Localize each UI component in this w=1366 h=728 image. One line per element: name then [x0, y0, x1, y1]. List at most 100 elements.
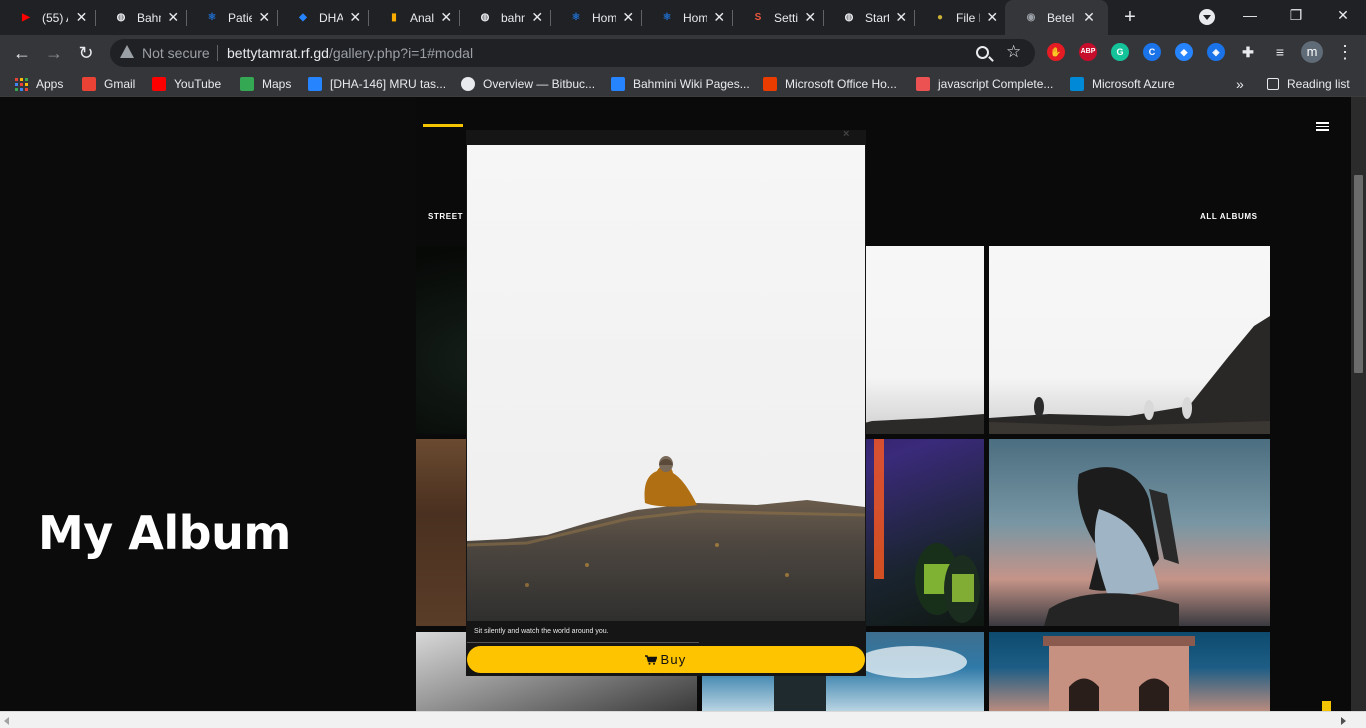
gallery-photo[interactable]	[989, 246, 1270, 434]
apps-grid-icon	[15, 77, 28, 91]
browser-tab[interactable]: ⚛ Patie ✕	[186, 0, 277, 35]
gallery-photo[interactable]	[989, 439, 1270, 626]
album-title: My Album	[38, 506, 291, 560]
photo-caption: Sit silently and watch the world around …	[474, 628, 609, 635]
url-host: bettytamrat.rf.gd	[227, 45, 329, 61]
url-text[interactable]: bettytamrat.rf.gd/gallery.php?i=1#modal	[227, 45, 473, 61]
buy-button[interactable]: Buy	[467, 646, 865, 673]
bookmark-udemy[interactable]: javascript Complete...	[916, 75, 1053, 93]
back-button[interactable]: ←	[10, 41, 34, 65]
browser-menu-icon[interactable]: ⋮	[1336, 41, 1354, 63]
new-tab-button[interactable]: +	[1119, 6, 1141, 28]
scroll-left-arrow-icon[interactable]	[4, 717, 9, 725]
bookmark-azure[interactable]: Microsoft Azure	[1070, 75, 1175, 93]
tab-title: Hom	[683, 10, 707, 25]
vertical-scroll-thumb[interactable]	[1354, 175, 1363, 373]
bookmark-label: Bahmini Wiki Pages...	[633, 77, 750, 91]
jira-icon: ◆	[299, 12, 307, 23]
category-label[interactable]: STREET	[428, 212, 463, 221]
c-extension-icon[interactable]: C	[1143, 43, 1161, 61]
browser-tab[interactable]: ◍ Start ✕	[823, 0, 914, 35]
browser-tab[interactable]: S Settir ✕	[732, 0, 823, 35]
bookmark-label: Apps	[36, 77, 64, 91]
abp-icon[interactable]: ABP	[1079, 43, 1097, 61]
maps-icon	[240, 77, 254, 91]
tab-title: Betel	[1047, 10, 1075, 25]
tab-close-icon[interactable]: ✕	[440, 9, 453, 26]
photo-art	[1043, 636, 1195, 711]
globe-icon: ◍	[844, 12, 854, 23]
browser-tab[interactable]: ◉ Betel ✕	[1005, 0, 1108, 35]
bookmark-office[interactable]: Microsoft Office Ho...	[763, 75, 897, 93]
forward-button[interactable]: →	[42, 41, 66, 65]
minimize-button[interactable]: —	[1227, 0, 1273, 32]
tab-close-icon[interactable]: ✕	[531, 9, 544, 26]
jira-icon	[308, 77, 322, 91]
tab-title: bahm	[501, 10, 525, 25]
browser-tab[interactable]: ⚛ Hom ✕	[550, 0, 641, 35]
tab-close-icon[interactable]: ✕	[804, 9, 817, 26]
browser-tab[interactable]: ◍ bahm ✕	[459, 0, 550, 35]
window-close-button[interactable]: ✕	[1320, 0, 1366, 32]
tab-search-icon[interactable]	[1199, 9, 1215, 25]
browser-tab[interactable]: ⚛ Hom ✕	[641, 0, 732, 35]
hamburger-menu-icon[interactable]	[1316, 122, 1329, 131]
bookmark-globe[interactable]: Overview — Bitbuc...	[461, 75, 595, 93]
youtube-icon: ▶	[22, 12, 30, 23]
tab-close-icon[interactable]: ✕	[349, 9, 362, 26]
restore-button[interactable]: ❐	[1273, 0, 1319, 32]
bookmark-youtube[interactable]: YouTube	[152, 75, 221, 93]
bookmark-apps-grid[interactable]: Apps	[15, 75, 63, 93]
tab-close-icon[interactable]: ✕	[713, 9, 726, 26]
security-status[interactable]: Not secure	[142, 45, 210, 61]
tag-ext-icon[interactable]: ◈	[1207, 43, 1225, 61]
zoom-icon[interactable]	[976, 46, 989, 59]
reload-button[interactable]: ↻	[74, 41, 98, 65]
tab-close-icon[interactable]: ✕	[622, 9, 635, 26]
horizontal-scrollbar[interactable]	[0, 711, 1366, 728]
more-bookmarks-chevron-icon[interactable]: »	[1236, 75, 1244, 93]
tab-close-icon[interactable]: ✕	[258, 9, 271, 26]
bookmark-label: Microsoft Azure	[1092, 77, 1175, 91]
buy-button-label: Buy	[660, 652, 687, 667]
modal-photo-art	[467, 456, 865, 621]
tab-close-icon[interactable]: ✕	[74, 9, 89, 26]
scroll-right-arrow-icon[interactable]	[1341, 717, 1346, 725]
bookmark-star-icon[interactable]: ☆	[1006, 42, 1021, 62]
puzzle-icon[interactable]: ✚	[1239, 43, 1257, 61]
tab-title: Start	[865, 10, 889, 25]
browser-tab[interactable]: ◍ Bahm ✕	[95, 0, 186, 35]
all-albums-link[interactable]: ALL ALBUMS	[1200, 212, 1258, 221]
modal-close-icon[interactable]: ×	[843, 128, 849, 140]
page-viewport: My Album STREET ALL ALBUMS × Sit silentl…	[0, 97, 1351, 711]
address-bar[interactable]: Not secure bettytamrat.rf.gd/gallery.php…	[110, 39, 1035, 67]
accent-bar	[423, 124, 463, 127]
jira-ext-icon[interactable]: ◆	[1175, 43, 1193, 61]
react-icon: ⚛	[662, 12, 672, 23]
profile-avatar[interactable]: m	[1301, 41, 1323, 63]
tab-title: File M	[956, 10, 980, 25]
grammarly-icon[interactable]: G	[1111, 43, 1129, 61]
browser-tab[interactable]: ◆ DHA ✕	[277, 0, 368, 35]
bookmark-jira[interactable]: [DHA-146] MRU tas...	[308, 75, 446, 93]
url-divider	[217, 45, 218, 61]
tab-close-icon[interactable]: ✕	[895, 9, 908, 26]
tab-close-icon[interactable]: ✕	[1081, 9, 1097, 26]
vertical-scrollbar[interactable]	[1351, 97, 1366, 711]
gallery-photo[interactable]	[989, 632, 1270, 711]
bookmark-maps[interactable]: Maps	[240, 75, 291, 93]
bookmark-confluence[interactable]: Bahmini Wiki Pages...	[611, 75, 750, 93]
adblock-icon[interactable]: ✋	[1047, 43, 1065, 61]
browser-tab[interactable]: ▮ Analy ✕	[368, 0, 459, 35]
bookmark-gmail[interactable]: Gmail	[82, 75, 135, 93]
confluence-icon	[611, 77, 625, 91]
browser-tab[interactable]: ● File M ✕	[914, 0, 1005, 35]
globe-icon: ◍	[116, 12, 126, 23]
tab-close-icon[interactable]: ✕	[167, 9, 180, 26]
browser-tab[interactable]: ▶ (55) A ✕	[0, 0, 95, 35]
media-icon[interactable]: ≡	[1271, 43, 1289, 61]
reading-list-button[interactable]: Reading list	[1267, 75, 1350, 93]
tab-close-icon[interactable]: ✕	[986, 9, 999, 26]
react-icon: ⚛	[571, 12, 581, 23]
warning-icon[interactable]	[120, 45, 134, 58]
